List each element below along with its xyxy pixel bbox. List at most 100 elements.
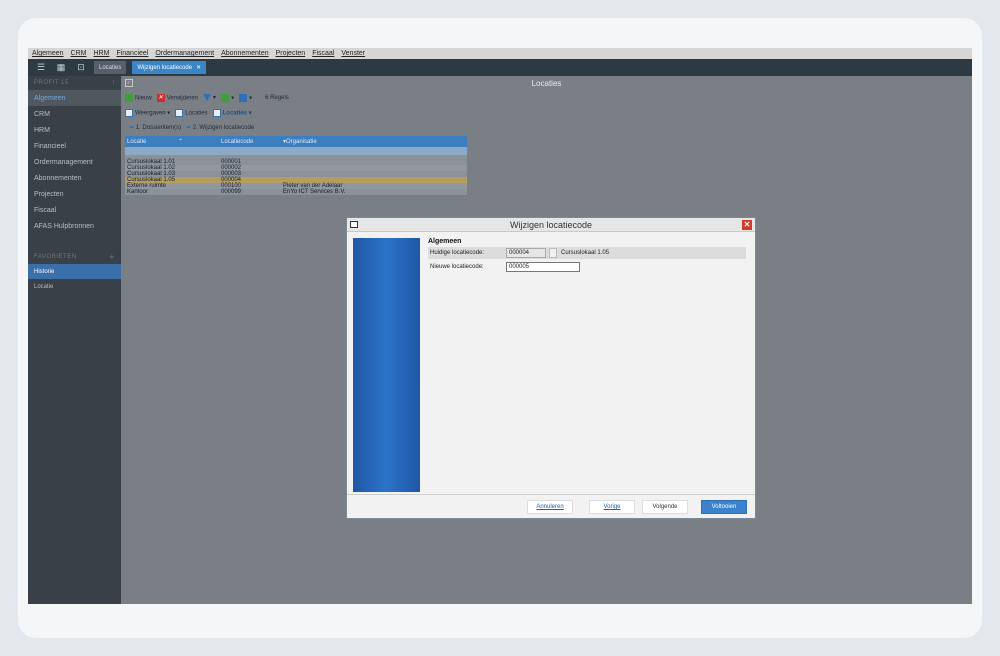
menu-financieel[interactable]: Financieel bbox=[116, 50, 148, 57]
lookup-button[interactable] bbox=[549, 248, 557, 258]
menu-venster[interactable]: Venster bbox=[341, 50, 365, 57]
sidebar-item-label: HRM bbox=[34, 126, 50, 134]
sidebar-item-abonnementen[interactable]: Abonnementen bbox=[28, 170, 121, 186]
arrow-icon: ➡ bbox=[186, 125, 192, 131]
close-tab-icon[interactable]: ✕ bbox=[196, 64, 201, 71]
table-row[interactable]: Kantoor 000099 EnYo ICT Services B.V. bbox=[125, 189, 467, 195]
current-code-row: Huidige locatiecode: 000004 Cursuslokaal… bbox=[428, 247, 746, 259]
sidebar-item-label: Historie bbox=[34, 268, 55, 275]
sidebar-header: PROFIT 15 ! bbox=[28, 76, 121, 90]
sidebar-item-label: Projecten bbox=[34, 190, 64, 198]
step1-label: 1. Dossieritem(s) bbox=[135, 125, 182, 131]
content-header: ✓ Locaties bbox=[121, 76, 972, 90]
tab-locaties[interactable]: Locaties bbox=[94, 61, 127, 74]
arrow-icon: ➡ bbox=[129, 125, 135, 131]
sidebar-item-crm[interactable]: CRM bbox=[28, 106, 121, 122]
menu-algemeen[interactable]: Algemeen bbox=[32, 50, 64, 57]
check-icon bbox=[239, 93, 248, 102]
locaties-button-label: Locaties bbox=[185, 110, 208, 117]
tab-label: Locaties bbox=[99, 64, 122, 71]
new-code-input[interactable]: 000005 bbox=[506, 262, 580, 272]
add-favorite-icon[interactable]: + bbox=[109, 252, 115, 262]
document-icon bbox=[212, 108, 221, 117]
sidebar: PROFIT 15 ! Algemeen CRM HRM Financieel … bbox=[28, 76, 121, 604]
dialog-side-banner bbox=[353, 238, 420, 492]
app-window: Algemeen CRM HRM Financieel Ordermanagem… bbox=[28, 48, 972, 604]
column-header-locatiecode[interactable]: Locatiecode bbox=[221, 139, 283, 145]
menu-fiscaal[interactable]: Fiscaal bbox=[312, 50, 334, 57]
tab-wijzigen-locatiecode[interactable]: Wijzigen locatiecode ✕ bbox=[132, 61, 207, 74]
views-icon bbox=[125, 108, 133, 117]
select-button[interactable]: ▾ bbox=[239, 93, 252, 102]
pin-icon[interactable]: ! bbox=[113, 80, 115, 86]
sidebar-item-financieel[interactable]: Financieel bbox=[28, 138, 121, 154]
history-item-locatie[interactable]: Locatie bbox=[28, 279, 121, 294]
step2-link[interactable]: ➡ 2. Wijzigen locatiecode bbox=[186, 124, 254, 131]
new-code-label: Nieuwe locatiecode: bbox=[430, 264, 484, 270]
locaties-button[interactable]: Locaties bbox=[175, 108, 208, 117]
cancel-button[interactable]: Annuleren bbox=[527, 500, 573, 514]
sidebar-item-hrm[interactable]: HRM bbox=[28, 122, 121, 138]
sidebar-item-historie[interactable]: Historie bbox=[28, 264, 121, 279]
rows-count: 6 Regels bbox=[265, 94, 289, 101]
step1-link[interactable]: ➡ 1. Dossieritem(s) bbox=[129, 124, 181, 131]
window-icon[interactable] bbox=[350, 221, 358, 228]
menu-ordermanagement[interactable]: Ordermanagement bbox=[155, 50, 214, 57]
sidebar-item-afas-hulpbronnen[interactable]: AFAS Hulpbronnen bbox=[28, 218, 121, 234]
tab-label: Wijzigen locatiecode bbox=[137, 64, 193, 71]
section-title: Algemeen bbox=[428, 238, 462, 245]
sidebar-header-label: PROFIT 15 bbox=[34, 80, 69, 86]
finish-button[interactable]: Voltooien bbox=[701, 500, 747, 514]
cell-locatie: Kantoor bbox=[127, 189, 149, 195]
grid-filter-row[interactable] bbox=[125, 147, 467, 155]
page-title: Locaties bbox=[531, 78, 562, 88]
column-label: Organisatie bbox=[286, 139, 317, 145]
new-button[interactable]: Nieuw bbox=[125, 93, 152, 102]
hamburger-icon[interactable]: ☰ bbox=[34, 61, 48, 75]
views-button[interactable]: Weergaven ▾ bbox=[125, 108, 170, 117]
wijzigen-locatiecode-dialog: Wijzigen locatiecode ✕ Algemeen Huidige … bbox=[346, 217, 756, 519]
current-code-description: Cursuslokaal 1.05 bbox=[561, 250, 610, 256]
document-icon bbox=[175, 108, 184, 117]
sidebar-item-projecten[interactable]: Projecten bbox=[28, 186, 121, 202]
window-icon[interactable]: ⊡ bbox=[74, 61, 88, 75]
filter-icon bbox=[203, 93, 212, 101]
sidebar-item-label: Ordermanagement bbox=[34, 158, 93, 166]
current-code-field: 000004 bbox=[506, 248, 546, 258]
dialog-title-bar: Wijzigen locatiecode ✕ bbox=[347, 218, 755, 232]
delete-button[interactable]: ✕ Verwijderen bbox=[156, 93, 198, 102]
new-code-row: Nieuwe locatiecode: 000005 bbox=[428, 261, 746, 273]
cell-locatiecode: 000099 bbox=[221, 189, 242, 195]
checkbox-icon[interactable]: ✓ bbox=[125, 79, 133, 87]
action-row-3: ➡ 1. Dossieritem(s) ➡ 2. Wijzigen locati… bbox=[129, 122, 254, 133]
sidebar-item-label: Financieel bbox=[34, 142, 66, 150]
column-header-locatie[interactable]: Locatie ⌃ bbox=[125, 138, 221, 145]
action-row-1: Nieuw ✕ Verwijderen ▾ ▾ ▾ 6 Regels bbox=[125, 92, 289, 103]
dialog-form: Algemeen Huidige locatiecode: 000004 Cur… bbox=[428, 238, 746, 273]
column-label: Locatiecode bbox=[221, 138, 254, 145]
plus-icon bbox=[125, 93, 133, 102]
new-button-label: Nieuw bbox=[135, 95, 152, 102]
previous-button[interactable]: Vorige bbox=[589, 500, 635, 514]
menu-abonnementen[interactable]: Abonnementen bbox=[221, 50, 268, 57]
export-button[interactable]: ▾ bbox=[221, 93, 234, 102]
sidebar-item-fiscaal[interactable]: Fiscaal bbox=[28, 202, 121, 218]
close-icon[interactable]: ✕ bbox=[742, 220, 752, 230]
views-button-label: Weergaven bbox=[135, 110, 166, 117]
sidebar-item-label: Algemeen bbox=[34, 94, 66, 102]
sidebar-item-label: Locatie bbox=[34, 283, 54, 290]
filter-button[interactable]: ▾ bbox=[203, 93, 216, 101]
column-header-organisatie[interactable]: ▾ Organisatie bbox=[283, 138, 467, 145]
sidebar-item-ordermanagement[interactable]: Ordermanagement bbox=[28, 154, 121, 170]
menu-projecten[interactable]: Projecten bbox=[276, 50, 306, 57]
menu-crm[interactable]: CRM bbox=[71, 50, 87, 57]
locaties-dropdown[interactable]: Locaties ▾ bbox=[212, 108, 252, 117]
grid-icon[interactable]: ▦ bbox=[54, 61, 68, 75]
menu-hrm[interactable]: HRM bbox=[93, 50, 109, 57]
next-button[interactable]: Volgende bbox=[642, 500, 688, 514]
action-row-2: Weergaven ▾ Locaties Locaties ▾ bbox=[125, 107, 252, 118]
sidebar-item-algemeen[interactable]: Algemeen bbox=[28, 90, 121, 106]
dialog-divider bbox=[347, 494, 755, 495]
sidebar-item-label: CRM bbox=[34, 110, 50, 118]
locaties-dropdown-label: Locaties bbox=[222, 110, 247, 117]
